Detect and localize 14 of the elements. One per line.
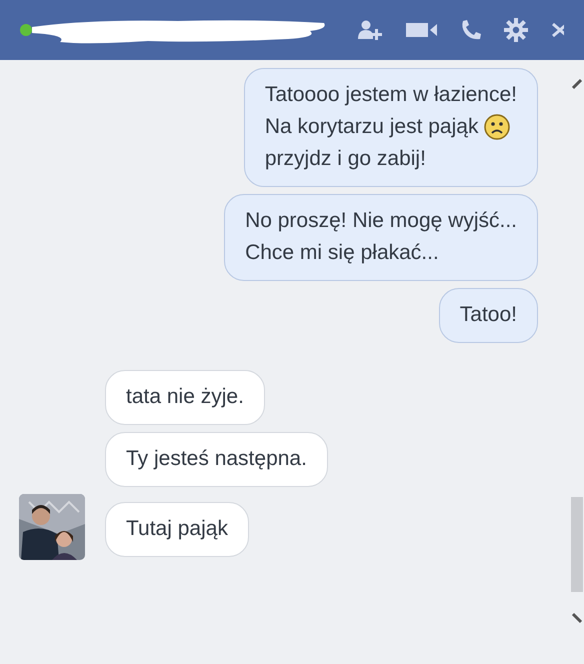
close-icon[interactable] — [550, 21, 564, 39]
message-text: No proszę! Nie mogę wyjść... — [245, 208, 517, 234]
video-camera-icon[interactable] — [406, 22, 438, 38]
message-text: Chce mi się płakać... — [245, 240, 439, 266]
message-text: Na korytarzu jest pająk — [264, 114, 478, 140]
scrollbar-thumb[interactable] — [571, 497, 583, 592]
add-person-icon[interactable] — [358, 19, 384, 41]
message-text: Ty jesteś następna. — [126, 446, 307, 472]
message-text: Tatoo! — [460, 302, 517, 328]
message-text: Tutaj pająk — [126, 516, 228, 542]
message-text: przyjdz i go zabij! — [264, 146, 426, 172]
message-text: Tatoooo jestem w łazience! — [264, 82, 517, 108]
phone-icon[interactable] — [460, 19, 482, 41]
message-text: tata nie żyje. — [126, 384, 244, 410]
